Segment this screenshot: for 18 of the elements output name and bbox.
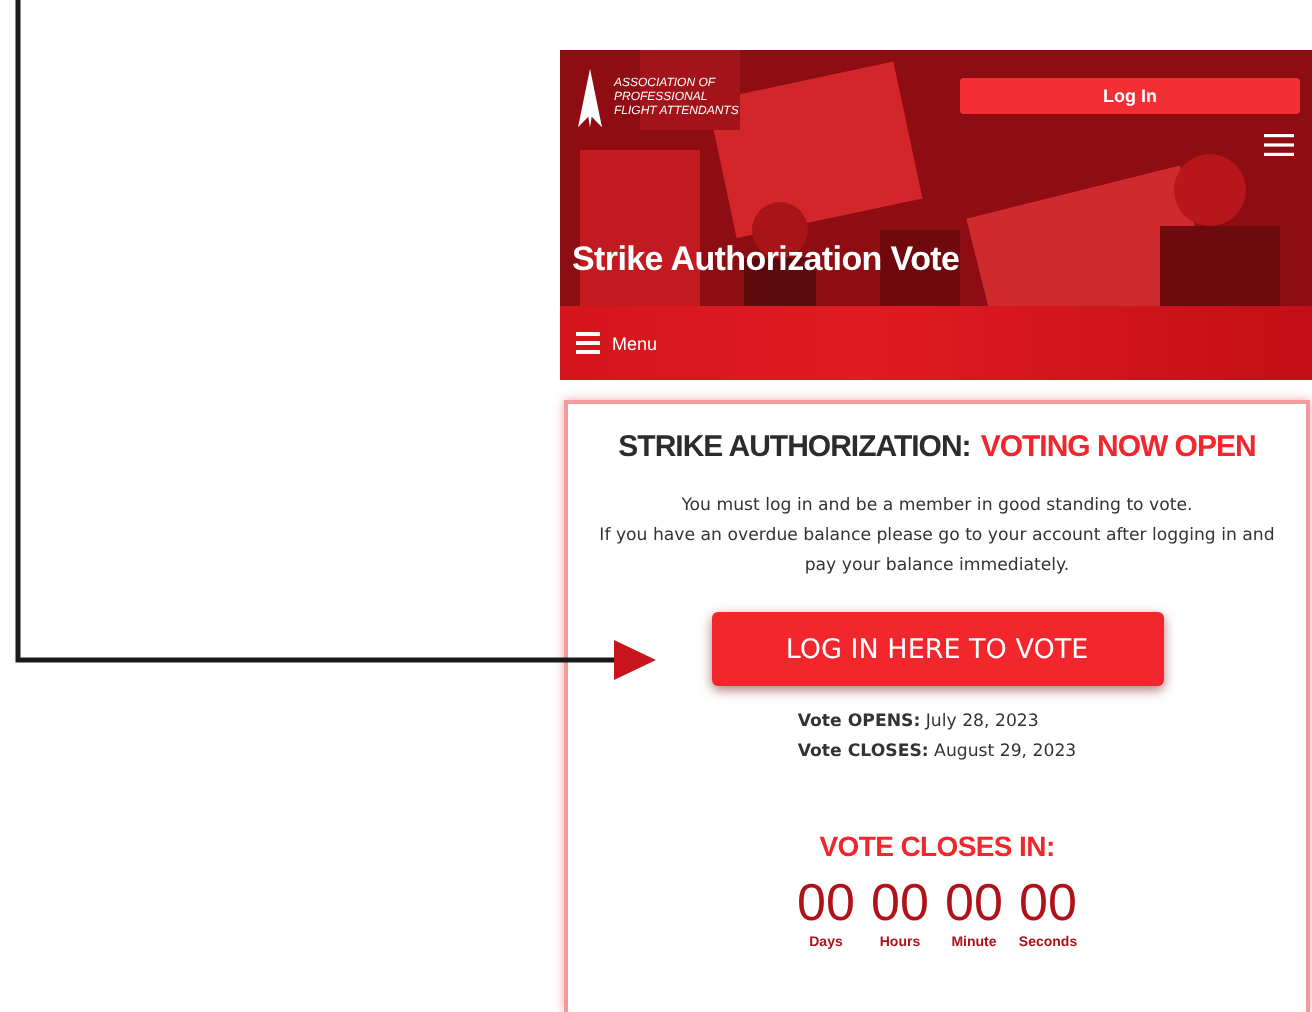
countdown-value: 00 [797,872,855,932]
countdown-title: VOTE CLOSES IN: [819,830,1055,862]
menu-button[interactable]: Menu [576,332,658,354]
login-button[interactable]: Log In [960,78,1300,114]
vote-button[interactable]: LOG IN HERE TO VOTE [711,612,1163,686]
notice-text: If you have an overdue balance please go to your account after logging in and pay your balance immediately. [597,524,1277,580]
vote-date: Vote OPENS: July 28, 2023 [797,710,1041,736]
card-heading: STRIKE AUTHORIZATION: [618,430,971,464]
page-title: Strike Authorization Vote [572,240,960,280]
menu-icon [576,332,600,354]
countdown-value: 00 [945,872,1003,932]
vote-date: Vote CLOSES: August 29, 2023 [797,740,1077,766]
voting-status: VOTING NOW OPEN [980,430,1256,464]
tail-logo-icon [578,66,602,130]
countdown-value: 00 [871,872,929,932]
menu-icon[interactable] [1264,134,1294,156]
countdown-value: 00 [1019,872,1077,932]
notice-text: You must log in and be a member in good standing to vote. [679,494,1195,520]
